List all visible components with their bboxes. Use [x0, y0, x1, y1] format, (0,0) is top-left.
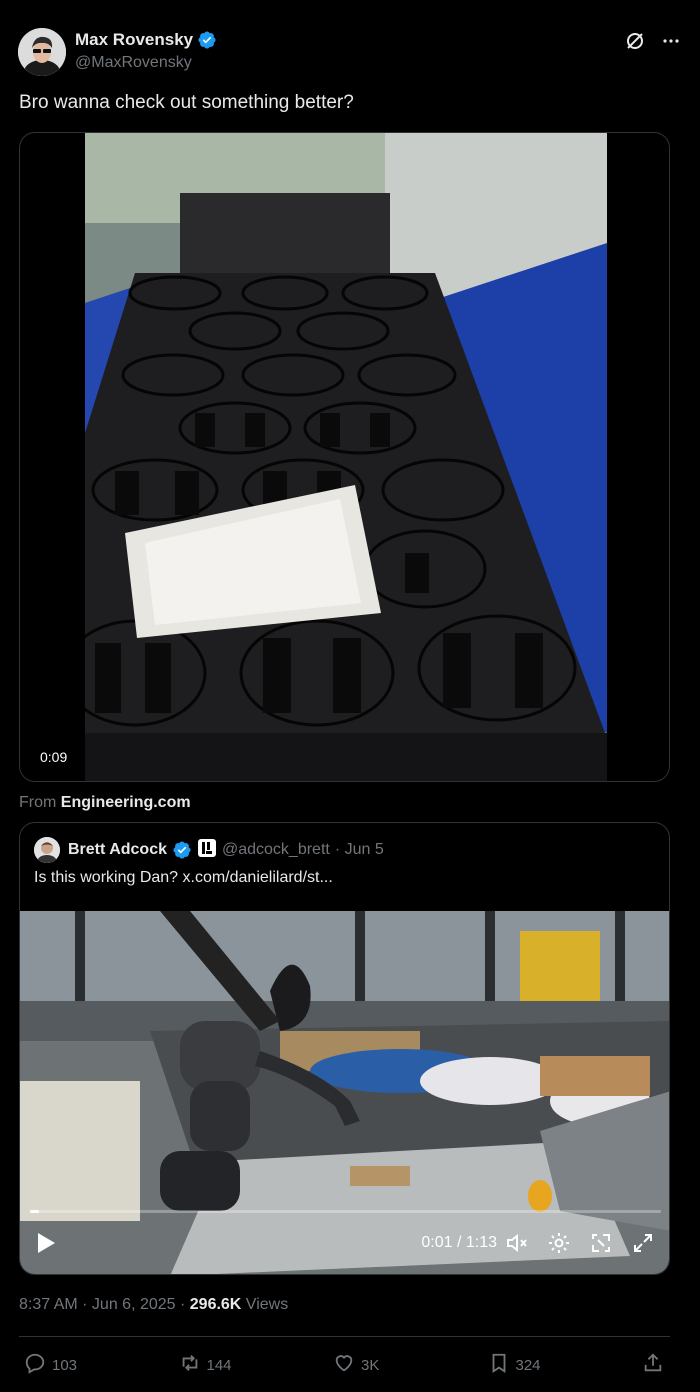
- video-controls: 0:01 / 1:13: [20, 1206, 669, 1274]
- bookmark-icon: [488, 1352, 510, 1378]
- quote-text: Is this working Dan? x.com/danielilard/s…: [34, 869, 333, 886]
- quote-date: · Jun 5: [334, 841, 384, 858]
- video-progress-fill: [30, 1210, 40, 1213]
- video-source: From Engineering.com: [19, 794, 191, 812]
- author-avatar[interactable]: [18, 28, 66, 76]
- video-time: 0:01 / 1:13: [421, 1234, 497, 1251]
- quoted-tweet[interactable]: Brett Adcock @adcock_brett · Jun 5 Is th…: [19, 822, 670, 1275]
- quote-verified-badge-icon: [172, 840, 192, 860]
- settings-gear-icon[interactable]: [547, 1231, 571, 1260]
- repost-button[interactable]: 144: [179, 1352, 269, 1378]
- source-prefix: From: [19, 794, 57, 811]
- tweet-meta: 8:37 AM · Jun 6, 2025 · 296.6K Views: [19, 1296, 288, 1314]
- quote-author-avatar: [34, 837, 60, 863]
- affiliate-logo-icon: [197, 838, 217, 863]
- quote-video[interactable]: 0:01 / 1:13: [20, 911, 669, 1274]
- views-count: 296.6K: [189, 1296, 242, 1313]
- more-options-icon[interactable]: [660, 30, 682, 52]
- author-handle[interactable]: @MaxRovensky: [75, 54, 192, 72]
- fullscreen-icon[interactable]: [631, 1231, 655, 1260]
- bookmark-count: 324: [515, 1356, 541, 1374]
- video-duration: 0:09: [34, 747, 74, 767]
- reply-count: 103: [52, 1356, 78, 1374]
- repost-count: 144: [206, 1356, 232, 1374]
- mute-icon[interactable]: [505, 1231, 529, 1260]
- source-name[interactable]: Engineering.com: [61, 794, 191, 811]
- grok-icon[interactable]: [624, 30, 646, 52]
- tweet-text: Bro wanna check out something better?: [19, 92, 354, 113]
- verified-badge-icon: [197, 30, 217, 50]
- author-name[interactable]: Max Rovensky: [75, 30, 193, 50]
- reply-icon: [24, 1352, 46, 1378]
- quote-author-handle: @adcock_brett: [221, 841, 330, 858]
- like-button[interactable]: 3K: [333, 1352, 423, 1378]
- divider: [19, 1336, 670, 1337]
- repost-icon: [179, 1352, 201, 1378]
- picture-in-picture-icon[interactable]: [589, 1231, 613, 1260]
- like-count: 3K: [361, 1356, 380, 1374]
- tweet-timestamp[interactable]: 8:37 AM · Jun 6, 2025 ·: [19, 1296, 190, 1313]
- views-label: Views: [241, 1296, 289, 1313]
- play-icon[interactable]: [36, 1232, 56, 1259]
- bookmark-button[interactable]: 324: [488, 1352, 578, 1378]
- share-button[interactable]: [642, 1352, 664, 1378]
- share-icon: [642, 1352, 664, 1378]
- reply-button[interactable]: 103: [24, 1352, 114, 1378]
- quote-author-name: Brett Adcock: [68, 841, 167, 858]
- video-progress-bar[interactable]: [30, 1210, 661, 1213]
- video-frame: [85, 133, 607, 781]
- tweet-video[interactable]: 0:09: [19, 132, 670, 782]
- heart-icon: [333, 1352, 355, 1378]
- tweet-header: Max Rovensky @MaxRovensky: [18, 24, 682, 80]
- action-bar: 103 144 3K 324: [24, 1352, 664, 1378]
